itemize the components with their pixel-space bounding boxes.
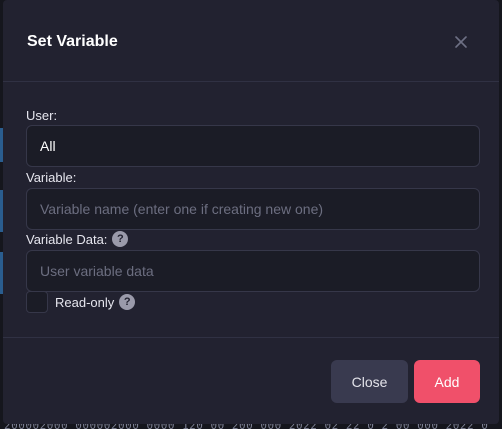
question-circle-icon[interactable]: ? bbox=[119, 294, 136, 310]
set-variable-modal: Set Variable User: Variable: Variable Da… bbox=[3, 0, 499, 424]
close-icon[interactable] bbox=[451, 32, 471, 52]
variable-data-input[interactable] bbox=[26, 250, 480, 292]
variable-name-input[interactable] bbox=[26, 188, 480, 230]
user-label: User: bbox=[26, 108, 57, 123]
read-only-label: Read-only ? bbox=[55, 294, 136, 310]
question-circle-icon[interactable]: ? bbox=[112, 231, 129, 247]
read-only-checkbox[interactable] bbox=[26, 291, 48, 313]
modal-title: Set Variable bbox=[27, 33, 118, 50]
user-label-text: User: bbox=[26, 108, 58, 123]
variable-data-label-text: Variable Data: bbox=[26, 231, 108, 247]
modal-header: Set Variable bbox=[3, 0, 499, 82]
variable-data-label: Variable Data: ? bbox=[26, 231, 129, 247]
add-button[interactable]: Add bbox=[414, 360, 480, 403]
user-input[interactable] bbox=[26, 125, 480, 167]
variable-label: Variable: bbox=[26, 170, 76, 185]
close-button[interactable]: Close bbox=[331, 360, 408, 403]
modal-footer-divider bbox=[3, 337, 499, 338]
read-only-label-text: Read-only bbox=[55, 294, 115, 310]
variable-label-text: Variable: bbox=[26, 170, 77, 185]
